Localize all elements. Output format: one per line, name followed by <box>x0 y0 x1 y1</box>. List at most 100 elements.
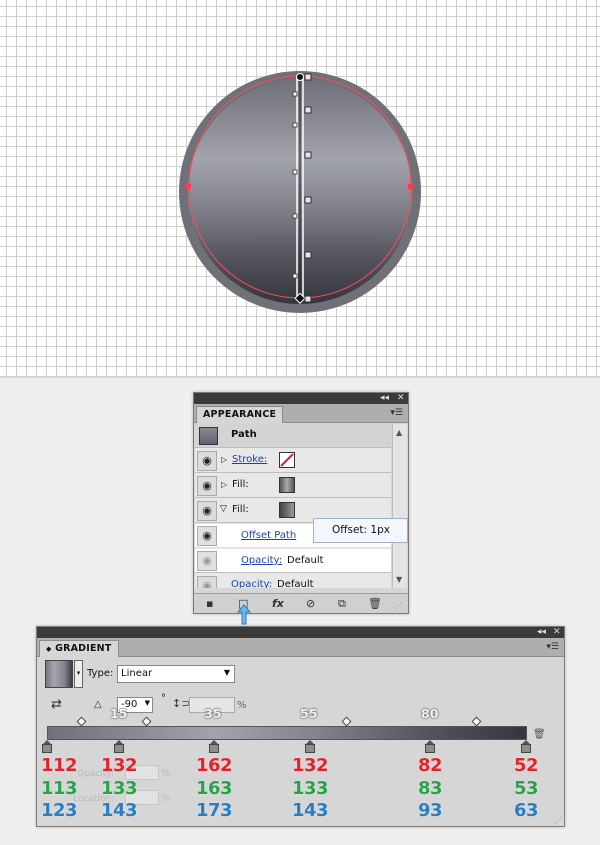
stroke-label[interactable]: Stroke: <box>232 454 267 465</box>
eye-icon[interactable]: ◉ <box>197 551 217 571</box>
pointer-arrow-icon <box>236 604 252 625</box>
gradient-preview-swatch[interactable] <box>45 660 73 688</box>
fill-row-1[interactable]: ◉ ▷ Fill: <box>195 474 391 498</box>
stop-6-red: 52 <box>514 755 539 776</box>
chevron-down-icon: ▼ <box>144 699 150 707</box>
fill-label: Fill: <box>232 479 249 490</box>
appearance-scrollbar[interactable]: ▲ ▼ <box>392 424 407 588</box>
degree-symbol: ° <box>161 693 166 704</box>
stop-5-blue: 93 <box>418 800 443 821</box>
type-value: Linear <box>121 668 153 679</box>
fill-opacity-row[interactable]: ◉ Opacity: Default <box>195 549 391 573</box>
location-label: 55 <box>300 706 318 721</box>
eye-icon[interactable]: ◉ <box>197 501 217 521</box>
location-label: 80 <box>421 706 439 721</box>
eye-icon[interactable]: ◉ <box>197 476 217 496</box>
path-thumbnail-icon <box>199 427 218 445</box>
offset-tooltip: Offset: 1px <box>313 518 408 543</box>
midpoint-diamond[interactable] <box>341 716 352 727</box>
expand-triangle-icon[interactable]: ▷ <box>221 480 227 489</box>
close-icon[interactable]: ✕ <box>553 626 561 638</box>
object-opacity-row[interactable]: ◉ Opacity: Default <box>195 574 391 588</box>
scroll-up-icon[interactable]: ▲ <box>396 428 402 437</box>
circle-artwork[interactable] <box>0 0 600 378</box>
eye-icon[interactable]: ◉ <box>197 576 217 588</box>
gradient-preset-dropdown[interactable]: ▾ <box>74 660 83 688</box>
object-opacity-link[interactable]: Opacity: <box>231 579 272 588</box>
gradient-tabrow: ◆ GRADIENT ▾☰ <box>37 638 564 657</box>
duplicate-item-icon[interactable]: ⧉ <box>338 597 346 611</box>
resize-grip-icon[interactable]: ⋰ <box>394 601 402 610</box>
panel-topbar[interactable]: ◂◂ ✕ <box>37 627 564 638</box>
reverse-gradient-icon[interactable]: ⇄ <box>51 697 62 712</box>
annotator-origin[interactable] <box>296 73 304 81</box>
expand-triangle-icon[interactable]: ▷ <box>221 455 227 464</box>
trash-icon[interactable]: 🗑 <box>368 597 382 610</box>
clear-appearance-icon[interactable]: ⊘ <box>306 597 315 610</box>
stop-2-red: 132 <box>101 755 138 776</box>
opacity-percent: % <box>161 768 171 779</box>
appearance-list: Path ◉ ▷ Stroke: ◉ ▷ Fill: ◉ ▽ Fill: ◉ O… <box>195 424 391 588</box>
type-label: Type: <box>87 668 114 679</box>
anchor-right[interactable] <box>408 184 413 189</box>
gradient-stop[interactable] <box>521 740 531 753</box>
gradient-stop[interactable] <box>209 740 219 753</box>
gradient-stop[interactable] <box>425 740 435 753</box>
fx-icon[interactable]: fx <box>272 597 284 610</box>
stop-2-green: 133 <box>101 778 138 799</box>
stop-4-red: 132 <box>292 755 329 776</box>
artboard-canvas[interactable] <box>0 0 600 378</box>
object-opacity-value: Default <box>277 579 314 588</box>
stroke-none-swatch[interactable] <box>279 452 295 468</box>
stop-1-blue: 123 <box>41 800 78 821</box>
type-select[interactable]: Linear ▼ <box>117 665 235 683</box>
eye-icon[interactable]: ◉ <box>197 451 217 471</box>
tab-gradient[interactable]: ◆ GRADIENT <box>39 640 119 657</box>
aspect-ratio-icon: ↕⊃ <box>172 697 191 710</box>
fill-gradient-swatch[interactable] <box>279 502 295 518</box>
gradient-stop[interactable] <box>42 740 52 753</box>
collapse-triangle-icon[interactable]: ▽ <box>220 504 227 514</box>
path-row[interactable]: Path <box>195 424 391 448</box>
appearance-tabrow: APPEARANCE ▾☰ <box>194 404 408 423</box>
appearance-panel: ◂◂ ✕ APPEARANCE ▾☰ Path ◉ ▷ Stroke: ◉ ▷ … <box>193 392 409 614</box>
stroke-row[interactable]: ◉ ▷ Stroke: <box>195 449 391 473</box>
offset-path-link[interactable]: Offset Path <box>241 530 296 541</box>
panel-menu-icon[interactable]: ▾☰ <box>546 642 559 652</box>
tab-appearance[interactable]: APPEARANCE <box>196 406 284 423</box>
scroll-down-icon[interactable]: ▼ <box>396 575 402 584</box>
aspect-percent: % <box>237 700 247 711</box>
appearance-toolbar: ▪ □ fx ⊘ ⧉ 🗑 ⋰ <box>194 593 408 613</box>
location-label: 35 <box>204 706 222 721</box>
path-label: Path <box>231 429 257 440</box>
gradient-stop[interactable] <box>305 740 315 753</box>
collapse-icon[interactable]: ◂◂ <box>537 626 546 638</box>
fill-gradient-swatch[interactable] <box>279 477 295 493</box>
midpoint-diamond[interactable] <box>76 716 87 727</box>
panel-menu-icon[interactable]: ▾☰ <box>390 408 403 418</box>
gradient-slider-ramp[interactable] <box>47 726 527 740</box>
gradient-stop[interactable] <box>114 740 124 753</box>
angle-icon: △ <box>94 699 102 710</box>
stop-4-green: 133 <box>292 778 329 799</box>
resize-grip-icon[interactable]: ⋰ <box>554 816 562 825</box>
midpoint-diamond[interactable] <box>471 716 482 727</box>
panel-topbar[interactable]: ◂◂ ✕ <box>194 393 408 404</box>
anchor-left[interactable] <box>186 184 191 189</box>
gradient-title: GRADIENT <box>55 643 112 654</box>
location-percent: % <box>161 793 171 804</box>
tab-arrows-icon: ◆ <box>46 645 52 653</box>
fill-opacity-link[interactable]: Opacity: <box>241 555 282 566</box>
midpoint-diamond[interactable] <box>141 716 152 727</box>
fill-label: Fill: <box>232 504 249 515</box>
gradient-panel: ◂◂ ✕ ◆ GRADIENT ▾☰ ▾ Type: Linear ▼ ⇄ △ … <box>36 626 565 827</box>
close-icon[interactable]: ✕ <box>397 392 405 404</box>
add-stroke-icon[interactable]: ▪ <box>206 597 213 610</box>
eye-icon[interactable]: ◉ <box>197 526 217 546</box>
stop-5-red: 82 <box>418 755 443 776</box>
collapse-icon[interactable]: ◂◂ <box>380 392 389 404</box>
trash-icon[interactable]: 🗑 <box>533 729 546 740</box>
chevron-down-icon: ▼ <box>223 668 230 677</box>
stop-3-green: 163 <box>196 778 233 799</box>
stop-1-red: 112 <box>41 755 78 776</box>
